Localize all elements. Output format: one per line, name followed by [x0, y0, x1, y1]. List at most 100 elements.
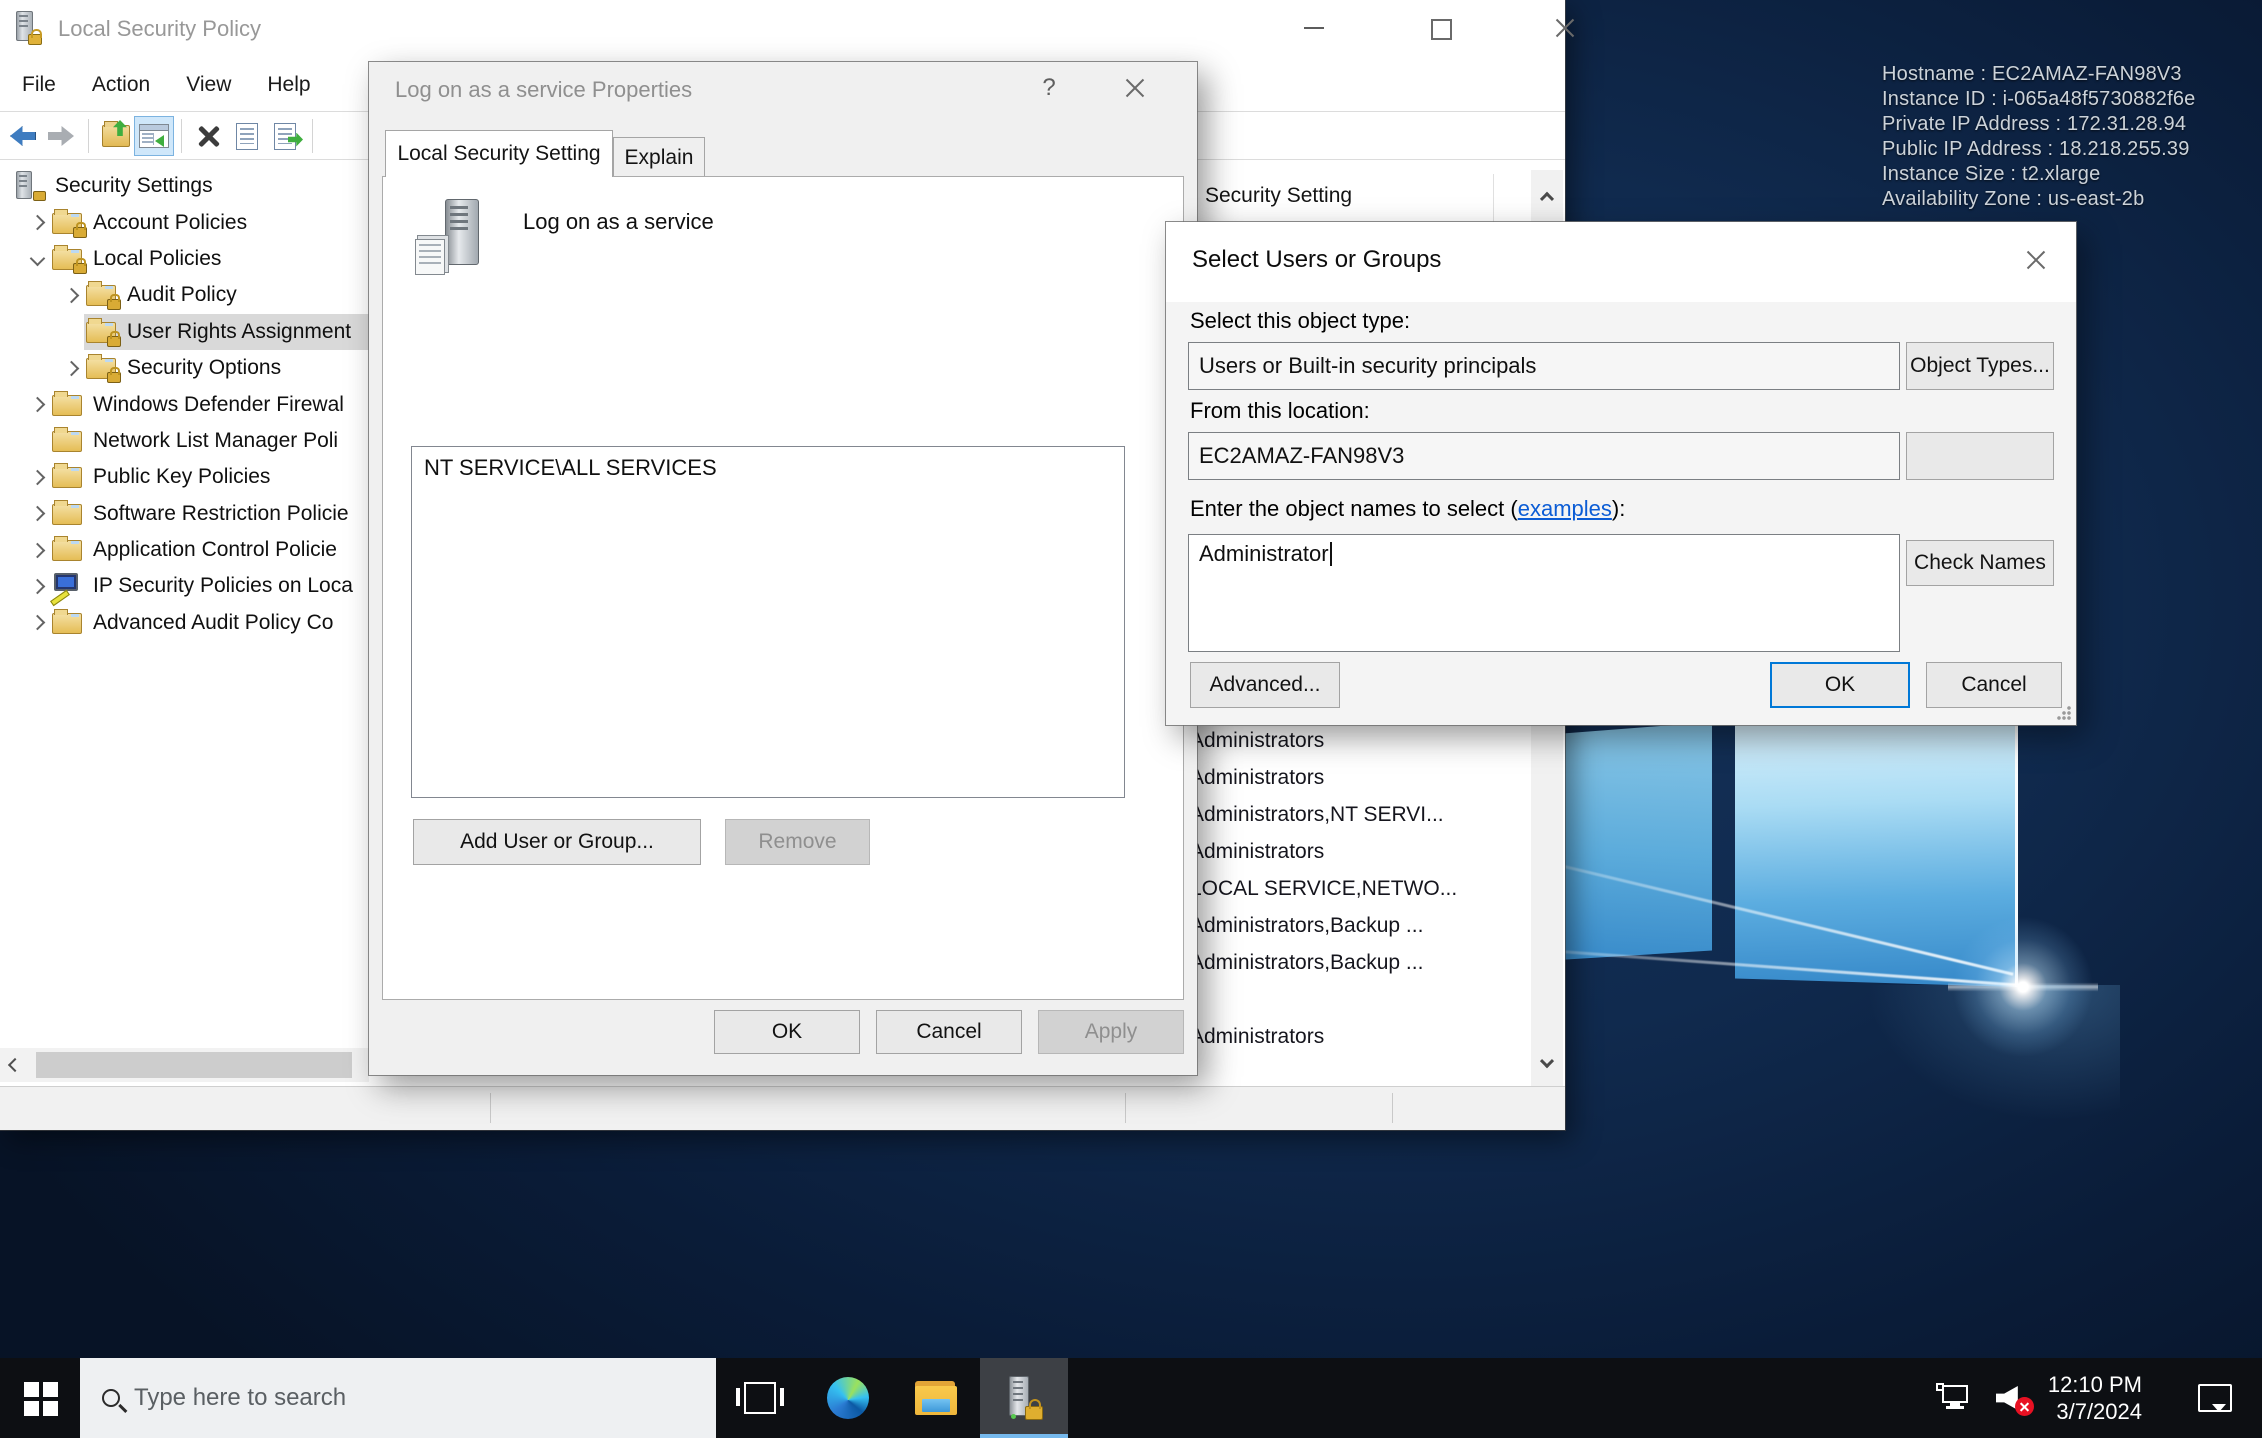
object-type-field[interactable]: Users or Built-in security principals: [1188, 342, 1900, 390]
text-caret: [1330, 542, 1332, 566]
folder-up-icon: [102, 125, 130, 147]
chevron-right-icon[interactable]: [29, 470, 45, 486]
task-view-button[interactable]: [716, 1358, 804, 1438]
chevron-right-icon[interactable]: [29, 506, 45, 522]
tab-local-security-setting[interactable]: Local Security Setting: [385, 130, 613, 177]
table-row[interactable]: Administrators: [1190, 722, 1523, 759]
search-input[interactable]: [134, 1384, 654, 1412]
folder-icon: [52, 501, 84, 527]
delete-button[interactable]: [190, 117, 228, 155]
menu-view[interactable]: View: [186, 73, 231, 97]
table-row[interactable]: LOCAL SERVICE,NETWO...: [1190, 870, 1523, 907]
ok-button[interactable]: OK: [1770, 662, 1910, 708]
action-center-icon[interactable]: [2198, 1384, 2232, 1412]
back-icon: [10, 126, 36, 146]
back-button[interactable]: [4, 117, 42, 155]
column-security-setting[interactable]: Security Setting: [1205, 184, 1352, 208]
member-item[interactable]: NT SERVICE\ALL SERVICES: [424, 455, 717, 480]
help-button[interactable]: ?: [1029, 74, 1069, 106]
tree-item-account-policies[interactable]: Account Policies: [0, 204, 369, 240]
policy-folder-icon: [86, 355, 118, 381]
local-security-policy-taskbar-button[interactable]: [980, 1358, 1068, 1438]
chevron-right-icon[interactable]: [29, 615, 45, 631]
chevron-right-icon[interactable]: [29, 542, 45, 558]
table-row[interactable]: [1190, 981, 1523, 1018]
maximize-button[interactable]: [1426, 14, 1454, 42]
tree-item-security-settings[interactable]: Security Settings: [0, 168, 369, 204]
tree-item-software-restriction[interactable]: Software Restriction Policie: [0, 496, 369, 532]
locations-button[interactable]: [1906, 432, 2054, 480]
logon-as-service-properties-dialog: Log on as a service Properties ? Local S…: [369, 62, 1197, 1075]
chevron-right-icon[interactable]: [63, 288, 79, 304]
menu-file[interactable]: File: [22, 73, 56, 97]
tree-item-windows-defender-firewall[interactable]: Windows Defender Firewal: [0, 386, 369, 422]
advanced-button[interactable]: Advanced...: [1190, 662, 1340, 708]
tree-item-public-key-policies[interactable]: Public Key Policies: [0, 459, 369, 495]
tree-item-security-options[interactable]: Security Options: [0, 350, 369, 386]
add-user-or-group-button[interactable]: Add User or Group...: [413, 819, 701, 865]
tree-horizontal-scrollbar[interactable]: [0, 1048, 369, 1082]
menu-action[interactable]: Action: [92, 73, 150, 97]
ok-button[interactable]: OK: [714, 1010, 860, 1054]
chevron-right-icon[interactable]: [29, 579, 45, 595]
check-names-button[interactable]: Check Names: [1906, 540, 2054, 586]
scroll-left-icon[interactable]: [8, 1058, 22, 1072]
tree-item-label: Account Policies: [93, 211, 247, 235]
volume-muted-icon[interactable]: [1996, 1384, 2030, 1412]
tree-item-label: Network List Manager Poli: [93, 429, 338, 453]
table-row[interactable]: Administrators: [1190, 1018, 1523, 1055]
policy-folder-icon: [52, 210, 84, 236]
start-button[interactable]: [0, 1358, 80, 1438]
properties-doc-icon: [236, 123, 258, 150]
taskbar-search[interactable]: [80, 1358, 716, 1438]
show-console-tree-button[interactable]: [135, 117, 173, 155]
chevron-right-icon[interactable]: [63, 360, 79, 376]
properties-button[interactable]: [228, 117, 266, 155]
tree-item-advanced-audit-policy[interactable]: Advanced Audit Policy Co: [0, 605, 369, 641]
table-row[interactable]: Administrators: [1190, 833, 1523, 870]
scrollbar-thumb[interactable]: [36, 1052, 352, 1078]
chevron-right-icon[interactable]: [29, 215, 45, 231]
file-explorer-button[interactable]: [892, 1358, 980, 1438]
cancel-button[interactable]: Cancel: [1926, 662, 2062, 708]
close-icon[interactable]: [2022, 246, 2050, 274]
column-divider[interactable]: [1493, 174, 1494, 222]
chevron-down-icon[interactable]: [29, 251, 45, 267]
minimize-button[interactable]: [1300, 14, 1328, 42]
table-row[interactable]: Administrators,Backup ...: [1190, 907, 1523, 944]
export-list-button[interactable]: [266, 117, 304, 155]
resize-grip[interactable]: [2057, 706, 2071, 720]
examples-link[interactable]: examples: [1518, 496, 1612, 521]
dialog-title-bar[interactable]: Select Users or Groups: [1166, 222, 2076, 302]
tree-item-user-rights-assignment[interactable]: User Rights Assignment: [0, 314, 369, 350]
close-button[interactable]: [1551, 14, 1579, 42]
forward-button[interactable]: [42, 117, 80, 155]
table-row[interactable]: Administrators: [1190, 759, 1523, 796]
scroll-down-button[interactable]: [1531, 1042, 1563, 1086]
up-one-level-button[interactable]: [97, 117, 135, 155]
policy-icon: [415, 199, 485, 279]
taskbar-clock[interactable]: 12:10 PM 3/7/2024: [2048, 1371, 2142, 1425]
tree-item-network-list-manager[interactable]: Network List Manager Poli: [0, 423, 369, 459]
cancel-button[interactable]: Cancel: [876, 1010, 1022, 1054]
members-listbox[interactable]: NT SERVICE\ALL SERVICES: [411, 446, 1125, 798]
object-names-input[interactable]: Administrator: [1188, 534, 1900, 652]
menu-help[interactable]: Help: [267, 73, 310, 97]
tree-item-ip-security-policies[interactable]: IP Security Policies on Loca: [0, 568, 369, 604]
folder-icon: [52, 610, 84, 636]
tab-explain[interactable]: Explain: [613, 137, 705, 177]
mmc-title-bar[interactable]: Local Security Policy: [0, 0, 1565, 58]
table-row[interactable]: Administrators,NT SERVI...: [1190, 796, 1523, 833]
chevron-right-icon[interactable]: [29, 397, 45, 413]
close-icon[interactable]: [1121, 74, 1149, 102]
tree-item-local-policies[interactable]: Local Policies: [0, 241, 369, 277]
edge-button[interactable]: [804, 1358, 892, 1438]
tree-item-application-control[interactable]: Application Control Policie: [0, 532, 369, 568]
ec2-availability-zone: Availability Zone : us-east-2b: [1882, 187, 2196, 212]
tree-item-audit-policy[interactable]: Audit Policy: [0, 277, 369, 313]
location-field[interactable]: EC2AMAZ-FAN98V3: [1188, 432, 1900, 480]
scroll-up-button[interactable]: [1531, 170, 1563, 222]
table-row[interactable]: Administrators,Backup ...: [1190, 944, 1523, 981]
object-types-button[interactable]: Object Types...: [1906, 342, 2054, 390]
network-icon[interactable]: [1938, 1385, 1970, 1411]
